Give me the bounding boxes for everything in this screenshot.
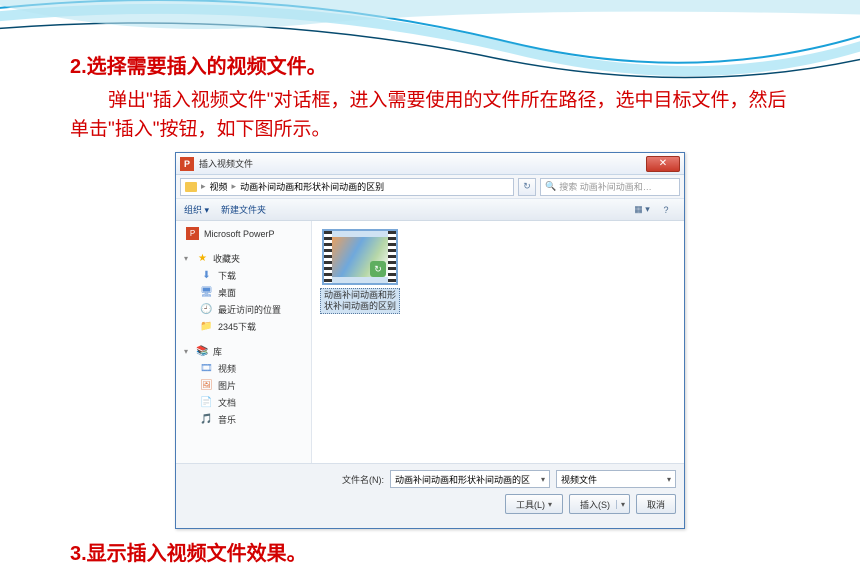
file-type-filter[interactable]: 视频文件 ▾ (556, 470, 676, 488)
powerpoint-icon: P (186, 227, 199, 240)
step3-title: 3.显示插入视频文件效果。 (70, 537, 790, 566)
nav-videos[interactable]: 🎞 视频 (176, 360, 311, 377)
nav-libraries[interactable]: ▾ 📚 库 (176, 343, 311, 360)
nav-recent[interactable]: 🕘 最近访问的位置 (176, 301, 311, 318)
powerpoint-icon: P (180, 157, 194, 171)
library-icon: 📚 (196, 345, 209, 358)
help-button[interactable]: ? (656, 202, 676, 218)
breadcrumb[interactable]: ▸ 视频 ▸ 动画补间动画和形状补间动画的区别 (180, 178, 514, 196)
search-input[interactable]: 🔍 搜索 动画补间动画和… (540, 178, 680, 196)
download-icon: ⬇ (200, 269, 213, 282)
step2-title: 2.选择需要插入的视频文件。 (70, 50, 790, 79)
document-icon: 📄 (200, 396, 213, 409)
organize-menu[interactable]: 组织 ▾ (184, 203, 209, 216)
chevron-down-icon: ▾ (548, 500, 552, 509)
address-bar: ▸ 视频 ▸ 动画补间动画和形状补间动画的区别 ↻ 🔍 搜索 动画补间动画和… (176, 175, 684, 199)
insert-video-dialog: P 插入视频文件 ✕ ▸ 视频 ▸ 动画补间动画和形状补间动画的区别 ↻ 🔍 搜… (175, 152, 685, 529)
file-item[interactable]: ↻ 动画补间动画和形状补间动画的区别 (320, 229, 400, 314)
dialog-title: 插入视频文件 (199, 157, 253, 170)
refresh-button[interactable]: ↻ (518, 178, 536, 196)
cancel-button[interactable]: 取消 (636, 494, 676, 514)
chevron-down-icon: ▾ (667, 475, 671, 484)
nav-music[interactable]: 🎵 音乐 (176, 411, 311, 428)
dialog-titlebar: P 插入视频文件 ✕ (176, 153, 684, 175)
file-list[interactable]: ↻ 动画补间动画和形状补间动画的区别 (312, 221, 684, 463)
folder-icon (185, 182, 197, 192)
folder-icon: 📁 (200, 320, 213, 333)
insert-button[interactable]: 插入(S) ▾ (569, 494, 630, 514)
chevron-down-icon: ▾ (616, 500, 625, 509)
play-icon: ↻ (370, 261, 386, 277)
nav-favorites[interactable]: ▾ ★ 收藏夹 (176, 250, 311, 267)
breadcrumb-root[interactable]: 视频 (210, 180, 228, 193)
close-button[interactable]: ✕ (646, 156, 680, 172)
dialog-toolbar: 组织 ▾ 新建文件夹 ▦ ▾ ? (176, 199, 684, 221)
music-icon: 🎵 (200, 413, 213, 426)
nav-powerpoint[interactable]: P Microsoft PowerP (176, 225, 311, 242)
desktop-icon: 🖥 (200, 286, 213, 299)
navigation-pane: P Microsoft PowerP ▾ ★ 收藏夹 ⬇ 下载 🖥 (176, 221, 312, 463)
dialog-bottom-bar: 文件名(N): 动画补间动画和形状补间动画的区 ▾ 视频文件 ▾ 工具(L) ▾ (176, 463, 684, 528)
nav-downloads[interactable]: ⬇ 下载 (176, 267, 311, 284)
new-folder-button[interactable]: 新建文件夹 (221, 203, 266, 216)
step2-body: 弹出"插入视频文件"对话框，进入需要使用的文件所在路径，选中目标文件，然后单击"… (70, 87, 790, 144)
tools-menu[interactable]: 工具(L) ▾ (505, 494, 563, 514)
video-thumbnail: ↻ (322, 229, 398, 285)
chevron-down-icon: ▾ (541, 475, 545, 484)
chevron-down-icon: ▾ (184, 254, 192, 263)
chevron-right-icon: ▸ (201, 181, 206, 192)
chevron-down-icon: ▾ (184, 347, 192, 356)
filename-input[interactable]: 动画补间动画和形状补间动画的区 ▾ (390, 470, 550, 488)
nav-pictures[interactable]: 🖼 图片 (176, 377, 311, 394)
picture-icon: 🖼 (200, 379, 213, 392)
video-icon: 🎞 (200, 362, 213, 375)
chevron-right-icon: ▸ (232, 181, 237, 192)
recent-icon: 🕘 (200, 303, 213, 316)
search-placeholder: 搜索 动画补间动画和… (559, 180, 652, 193)
filename-label: 文件名(N): (342, 473, 384, 486)
search-icon: 🔍 (545, 181, 556, 192)
breadcrumb-folder[interactable]: 动画补间动画和形状补间动画的区别 (240, 180, 384, 193)
nav-documents[interactable]: 📄 文档 (176, 394, 311, 411)
nav-2345[interactable]: 📁 2345下载 (176, 318, 311, 335)
nav-desktop[interactable]: 🖥 桌面 (176, 284, 311, 301)
view-button[interactable]: ▦ ▾ (632, 202, 652, 218)
file-name: 动画补间动画和形状补间动画的区别 (320, 288, 400, 314)
star-icon: ★ (196, 252, 209, 265)
